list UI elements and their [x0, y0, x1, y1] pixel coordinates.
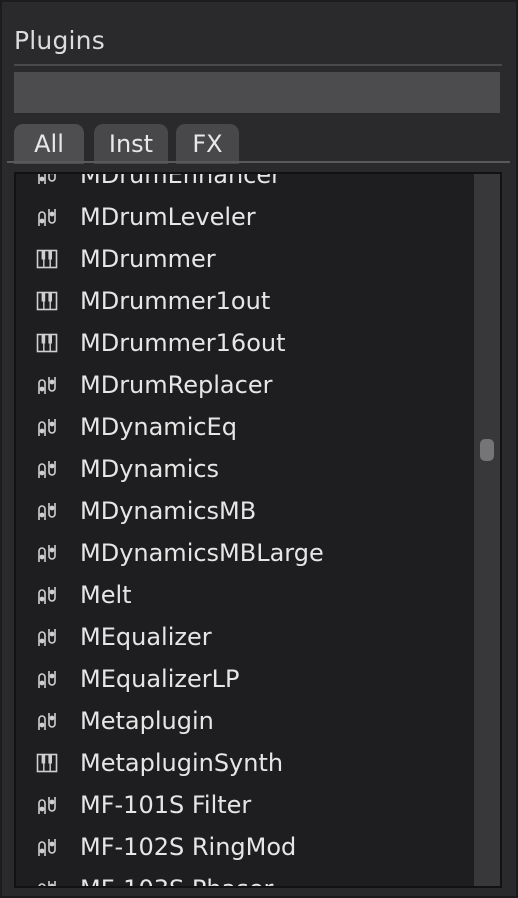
list-item-label: MDrummer1out [80, 287, 271, 315]
panel-title: Plugins [14, 26, 105, 55]
list-item-label: MDrumReplacer [80, 371, 273, 399]
effect-icon [36, 836, 58, 858]
tabs-divider [7, 161, 510, 163]
instrument-icon [36, 290, 58, 312]
tab-inst[interactable]: Inst [94, 124, 168, 164]
plugin-list-items: MDrumEnhancer MDrumLeveler MDrummer MDrumme… [16, 172, 472, 886]
scrollbar-thumb[interactable] [480, 439, 494, 461]
list-item-label: MDrumLeveler [80, 203, 256, 231]
tab-fx[interactable]: FX [176, 124, 239, 164]
effect-icon [36, 794, 58, 816]
list-item[interactable]: MEqualizerLP [16, 658, 472, 700]
effect-icon [36, 206, 58, 228]
list-item-label: MDrummer [80, 245, 216, 273]
list-item-label: MDynamicEq [80, 413, 237, 441]
list-item[interactable]: MDrumLeveler [16, 196, 472, 238]
list-item-label: Metaplugin [80, 707, 214, 735]
list-item-label: MEqualizer [80, 623, 212, 651]
list-item[interactable]: MF-101S Filter [16, 784, 472, 826]
effect-icon [36, 500, 58, 522]
list-item-label: MetapluginSynth [80, 749, 284, 777]
list-item-label: Melt [80, 581, 132, 609]
effect-icon [36, 668, 58, 690]
list-item[interactable]: MDynamicEq [16, 406, 472, 448]
list-item[interactable]: MF-103S Phaser [16, 868, 472, 886]
list-item[interactable]: MF-102S RingMod [16, 826, 472, 868]
list-item[interactable]: MDynamics [16, 448, 472, 490]
list-item[interactable]: MDynamicsMBLarge [16, 532, 472, 574]
effect-icon [36, 878, 58, 886]
plugins-panel: Plugins All Inst FX MDrumEnhancer MDrumLe… [0, 0, 518, 898]
list-item[interactable]: MDrumReplacer [16, 364, 472, 406]
list-item-label: MF-101S Filter [80, 791, 252, 819]
effect-icon [36, 626, 58, 648]
list-item[interactable]: MDrummer16out [16, 322, 472, 364]
effect-icon [36, 374, 58, 396]
instrument-icon [36, 332, 58, 354]
list-scrollbar[interactable] [474, 174, 500, 886]
effect-icon [36, 416, 58, 438]
effect-icon [36, 174, 58, 186]
list-item-label: MEqualizerLP [80, 665, 240, 693]
instrument-icon [36, 248, 58, 270]
plugin-list[interactable]: MDrumEnhancer MDrumLeveler MDrummer MDrumme… [14, 172, 502, 888]
list-item[interactable]: MDrummer [16, 238, 472, 280]
list-item[interactable]: Melt [16, 574, 472, 616]
effect-icon [36, 584, 58, 606]
list-item-label: MDrumEnhancer [80, 172, 281, 189]
effect-icon [36, 542, 58, 564]
search-input[interactable] [14, 72, 500, 113]
tab-all[interactable]: All [14, 124, 84, 164]
list-item[interactable]: MDrumEnhancer [16, 172, 472, 196]
list-item-label: MDynamics [80, 455, 220, 483]
list-item-label: MDynamicsMBLarge [80, 539, 324, 567]
list-item[interactable]: MEqualizer [16, 616, 472, 658]
title-divider [14, 64, 502, 66]
list-item[interactable]: MetapluginSynth [16, 742, 472, 784]
effect-icon [36, 710, 58, 732]
list-item[interactable]: MDynamicsMB [16, 490, 472, 532]
effect-icon [36, 458, 58, 480]
list-item-label: MF-103S Phaser [80, 875, 273, 886]
list-item-label: MF-102S RingMod [80, 833, 297, 861]
list-item-label: MDynamicsMB [80, 497, 257, 525]
list-item-label: MDrummer16out [80, 329, 286, 357]
instrument-icon [36, 752, 58, 774]
list-item[interactable]: MDrummer1out [16, 280, 472, 322]
list-item[interactable]: Metaplugin [16, 700, 472, 742]
